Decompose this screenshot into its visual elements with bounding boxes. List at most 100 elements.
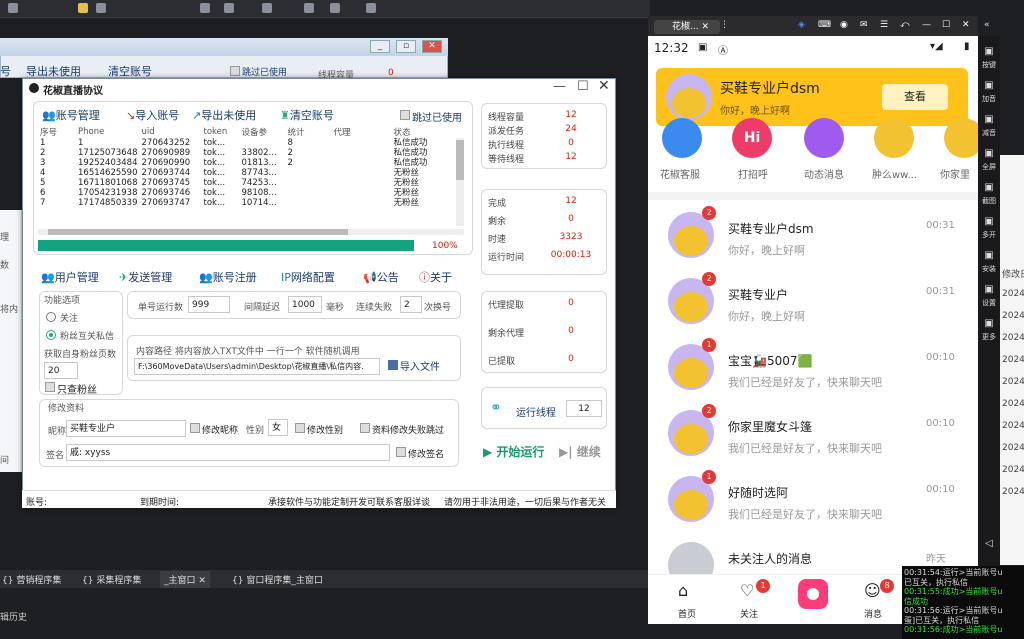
dynamic-icon[interactable] (804, 118, 844, 158)
back-skip-checkbox[interactable] (230, 66, 240, 76)
service-icon[interactable] (662, 118, 702, 158)
taskbar-item[interactable]: {} 营销程序集 (2, 573, 61, 586)
close-icon[interactable]: ✕ (422, 40, 442, 53)
table-row[interactable]: 2 17125073648 270690989 tok... 33802... 2 私信成功 (38, 148, 464, 158)
mod-gender-checkbox[interactable] (295, 423, 305, 433)
continue-button[interactable]: ▶| 继续 (559, 443, 601, 460)
close-icon[interactable]: ✕ (962, 20, 970, 30)
col-header[interactable]: 状态 (392, 126, 465, 138)
maximize-icon[interactable]: ☐ (577, 79, 589, 94)
col-header[interactable]: 设备参 (240, 126, 286, 138)
menu-account-manage[interactable]: 👥账号管理 (42, 107, 100, 123)
back-icon[interactable]: ⤺ (900, 20, 910, 30)
col-header[interactable]: token (202, 126, 240, 138)
message-icon[interactable]: ☺ (864, 581, 881, 600)
screenshot-icon[interactable]: ▣ (978, 182, 1000, 193)
nav-follow[interactable]: 关注 (740, 607, 758, 620)
sidebar-label[interactable]: 减音 (978, 128, 1000, 138)
minimize-icon[interactable]: _ (370, 40, 390, 53)
follow-radio[interactable] (46, 312, 56, 322)
table-scrollbar[interactable] (456, 138, 464, 226)
table-row[interactable]: 6 17054231938 270693746 tok... 98108... 无粉丝 (38, 188, 464, 198)
fans-pages-input[interactable]: 20 (44, 362, 78, 379)
app-tab[interactable]: 花椒... ✕ (654, 20, 720, 34)
col-header[interactable]: uid (140, 126, 202, 138)
tool-icon[interactable] (8, 3, 18, 13)
tab-network[interactable]: IP网络配置 (281, 269, 335, 285)
home-icon[interactable]: ⌂ (678, 581, 688, 600)
skip-used-checkbox[interactable] (400, 110, 410, 120)
conversation-item[interactable]: 2 买鞋专业户dsm 你好，晚上好啊 00:31 (648, 202, 978, 268)
bulb-icon[interactable] (78, 3, 88, 13)
volume-down-icon[interactable]: ▣ (978, 114, 1000, 125)
col-header[interactable]: Phone (76, 126, 140, 138)
greet-icon[interactable]: Hi (732, 118, 772, 158)
sidebar-label[interactable]: 加音 (978, 94, 1000, 104)
account-table[interactable]: 序号 Phone uid token 设备参 统计 代理 状态 1 1 270643… (38, 126, 464, 228)
conversation-item[interactable]: 2 买鞋专业户 你好，晚上好啊 00:31 (648, 268, 978, 334)
start-button[interactable]: ▶ 开始运行 (483, 443, 544, 460)
tab-user-manage[interactable]: 👥用户管理 (41, 269, 99, 285)
align-icon[interactable] (330, 3, 340, 13)
conversation-item[interactable]: 1 宝宝🚂5007🟩 我们已经是好友了，快来聊天吧 00:10 (648, 334, 978, 400)
gamepad-icon[interactable]: ⌨ (818, 20, 831, 30)
maximize-icon[interactable]: ☐ (942, 20, 950, 30)
tab-send-manage[interactable]: ✈发送管理 (119, 269, 172, 285)
table-row[interactable]: 4 16514625590 270693744 tok... 87743... 无粉丝 (38, 168, 464, 178)
interval-input[interactable]: 1000 (288, 296, 322, 313)
sidebar-label[interactable]: 截图 (978, 196, 1000, 206)
volume-up-icon[interactable]: ▣ (978, 80, 1000, 91)
settings-icon[interactable]: ☰ (880, 20, 888, 30)
heart-icon[interactable]: ♡ (740, 581, 754, 600)
mod-nick-checkbox[interactable] (190, 423, 200, 433)
col-header[interactable]: 序号 (38, 126, 76, 138)
taskbar-item[interactable]: {} 采集程序集 (82, 573, 141, 586)
tab-about[interactable]: ⓘ关于 (419, 269, 452, 285)
nav-home[interactable]: 首页 (678, 607, 696, 620)
live-icon[interactable] (798, 579, 828, 609)
taskbar-item-active[interactable]: _主窗口 ✕ (160, 571, 210, 588)
single-run-input[interactable]: 999 (188, 296, 230, 313)
menu-import[interactable]: ↘导入账号 (126, 107, 179, 123)
tab-register[interactable]: 👥账号注册 (199, 269, 257, 285)
sidebar-label[interactable]: 多开 (978, 230, 1000, 240)
view-button[interactable]: 查看 (882, 84, 948, 110)
sign-input[interactable]: 戚: xyyss (66, 444, 390, 461)
user-icon[interactable]: ◉ (840, 20, 848, 30)
table-row[interactable]: 1 1 270643252 tok... 8 私信成功 (38, 138, 464, 148)
back-icon[interactable]: ◁ (978, 538, 1000, 549)
back-menu-export[interactable]: 导出未使用 (26, 63, 81, 79)
back-menu-clear[interactable]: 清空账号 (108, 63, 152, 79)
collapse-icon[interactable]: « (984, 20, 990, 30)
align-icon[interactable] (304, 3, 314, 13)
content-path-input[interactable]: F:\360MoveData\Users\admin\Desktop\花椒直播\… (134, 358, 380, 375)
fans-dm-radio[interactable] (46, 330, 56, 340)
multi-open-icon[interactable]: ▣ (978, 216, 1000, 227)
conversation-item[interactable]: 2 你家里魔女斗篷 我们已经是好友了，快来聊天吧 00:10 (648, 400, 978, 466)
close-icon[interactable]: ✕ (598, 78, 610, 94)
sidebar-label[interactable]: 安装 (978, 264, 1000, 274)
import-file-button[interactable]: 导入文件 (388, 358, 440, 373)
minimize-icon[interactable]: — (922, 20, 931, 30)
nav-message[interactable]: 消息 (864, 607, 882, 620)
table-row[interactable]: 5 16711801068 270693745 tok... 74253... 无粉丝 (38, 178, 464, 188)
taskbar-item[interactable]: {} 窗口程序集_主窗口 (232, 573, 323, 586)
menu-clear[interactable]: ♜清空账号 (280, 107, 334, 123)
threads-input[interactable]: 12 (566, 400, 602, 417)
skip-fail-checkbox[interactable] (360, 423, 370, 433)
sidebar-label[interactable]: 更多 (978, 332, 1000, 342)
tool-icon[interactable] (96, 3, 106, 13)
nick-input[interactable]: 买鞋专业户 (66, 420, 186, 437)
col-header[interactable]: 统计 (286, 126, 332, 138)
conversation-item[interactable]: 1 好随时选阿 我们已经是好友了，快来聊天吧 00:10 (648, 466, 978, 532)
fail-input[interactable]: 2 (400, 296, 422, 313)
align-icon[interactable] (200, 3, 210, 13)
minimize-icon[interactable]: — (553, 79, 566, 94)
sidebar-label[interactable]: 设置 (978, 298, 1000, 308)
keyboard-icon[interactable]: ▣ (978, 46, 1000, 57)
menu-export[interactable]: ↗导出未使用 (192, 107, 256, 123)
align-icon[interactable] (224, 3, 234, 13)
tab-notice[interactable]: 📢公告 (363, 269, 399, 285)
install-icon[interactable]: ▣ (978, 250, 1000, 261)
settings-icon[interactable]: ▣ (978, 284, 1000, 295)
